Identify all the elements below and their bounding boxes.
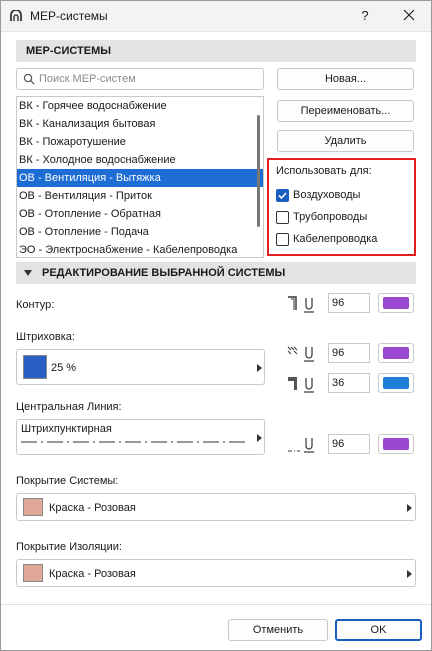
system-cover-label: Покрытие Системы: (16, 475, 119, 487)
use-for-title: Использовать для: (276, 165, 372, 177)
search-icon (23, 73, 35, 85)
hatch-background-pen-field[interactable]: 36 (328, 373, 370, 393)
footer-divider (1, 604, 431, 605)
checkbox-unchecked-icon[interactable] (276, 210, 289, 224)
list-scrollbar[interactable] (257, 115, 260, 227)
system-cover-value: Краска - Розовая (49, 502, 136, 514)
system-cover-chevron-right-icon (407, 504, 412, 512)
hatch-background-color-button[interactable] (378, 373, 414, 393)
hatch-swatch (23, 355, 47, 379)
delete-system-button[interactable]: Удалить (277, 130, 414, 152)
contour-pen-color-button[interactable] (378, 293, 414, 313)
centerline-pen-icon (288, 438, 314, 453)
hatch-foreground-color-button[interactable] (378, 343, 414, 363)
centerline-pen-color-swatch (383, 438, 409, 450)
hatch-background-color-swatch (383, 377, 409, 389)
system-list-item[interactable]: ОВ - Вентиляция - Вытяжка (17, 169, 263, 187)
help-button[interactable]: ? (352, 6, 378, 26)
system-list-item[interactable]: ВК - Холодное водоснабжение (17, 151, 263, 169)
contour-pen-icon (288, 296, 314, 313)
insulation-cover-swatch (23, 564, 43, 582)
edit-system-section-header[interactable]: РЕДАКТИРОВАНИЕ ВЫБРАННОЙ СИСТЕМЫ (16, 262, 416, 284)
new-system-button[interactable]: Новая... (277, 68, 414, 90)
search-placeholder: Поиск MEP-систем (39, 73, 136, 85)
insulation-cover-label: Покрытие Изоляции: (16, 541, 122, 553)
app-logo-icon (10, 10, 22, 21)
ok-button[interactable]: OK (335, 619, 422, 641)
use-for-option[interactable]: Воздуховоды (276, 184, 412, 206)
contour-label: Контур: (16, 299, 55, 311)
checkbox-unchecked-icon[interactable] (276, 232, 289, 246)
systems-list[interactable]: ВК - Горячее водоснабжение ВК - Канализац… (16, 96, 264, 258)
use-for-option-label: Кабелепроводка (293, 233, 378, 245)
system-list-item[interactable]: ЭО - Электроснабжение - Кабелепроводка (17, 241, 263, 257)
centerline-pen-color-button[interactable] (378, 434, 414, 454)
centerline-pen-field[interactable]: 96 (328, 434, 370, 454)
system-list-item[interactable]: ОВ - Вентиляция - Приток (17, 187, 263, 205)
insulation-cover-chevron-right-icon (407, 570, 412, 578)
checkbox-checked-icon[interactable] (276, 188, 289, 202)
contour-pen-color-swatch (383, 297, 409, 309)
cancel-button[interactable]: Отменить (228, 619, 328, 641)
use-for-option[interactable]: Трубопроводы (276, 206, 412, 228)
centerline-selector[interactable]: Штрихпунктирная (16, 419, 265, 455)
dash-dot-line-preview (21, 441, 249, 443)
system-list-item[interactable]: ВК - Пожаротушение (17, 133, 263, 151)
use-for-option-label: Воздуховоды (293, 189, 361, 201)
system-list-item[interactable]: ВК - Канализация бытовая (17, 115, 263, 133)
hatch-foreground-pen-field[interactable]: 96 (328, 343, 370, 363)
close-icon[interactable] (396, 6, 422, 26)
hatch-foreground-pen-icon (287, 346, 314, 362)
system-list-item[interactable]: ВК - Горячее водоснабжение (17, 97, 263, 115)
use-for-option[interactable]: Кабелепроводка (276, 228, 412, 250)
rename-system-button[interactable]: Переименовать... (277, 100, 414, 122)
hatch-chevron-right-icon (257, 364, 262, 372)
use-for-option-label: Трубопроводы (293, 211, 368, 223)
hatch-label: Штриховка: (16, 331, 75, 343)
window-title: MEP-системы (30, 9, 108, 23)
hatch-value: 25 % (51, 362, 77, 374)
hatch-background-pen-icon (288, 377, 314, 393)
edit-section-title: РЕДАКТИРОВАНИЕ ВЫБРАННОЙ СИСТЕМЫ (42, 267, 286, 279)
centerline-label: Центральная Линия: (16, 401, 122, 413)
hatch-foreground-color-swatch (383, 347, 409, 359)
contour-pen-field[interactable]: 96 (328, 293, 370, 313)
system-list-item[interactable]: ОВ - Отопление - Обратная (17, 205, 263, 223)
centerline-value: Штрихпунктирная (21, 423, 112, 435)
centerline-chevron-right-icon (257, 434, 262, 442)
system-list-item[interactable]: ОВ - Отопление - Подача (17, 223, 263, 241)
mep-systems-section-header[interactable]: MEP-СИСТЕМЫ (16, 40, 416, 62)
insulation-cover-value: Краска - Розовая (49, 568, 136, 580)
search-input[interactable]: Поиск MEP-систем (16, 68, 264, 90)
system-cover-selector[interactable]: Краска - Розовая (16, 493, 416, 521)
system-cover-swatch (23, 498, 43, 516)
hatch-selector[interactable]: 25 % (16, 349, 265, 385)
insulation-cover-selector[interactable]: Краска - Розовая (16, 559, 416, 587)
collapse-arrow-icon (24, 270, 32, 276)
